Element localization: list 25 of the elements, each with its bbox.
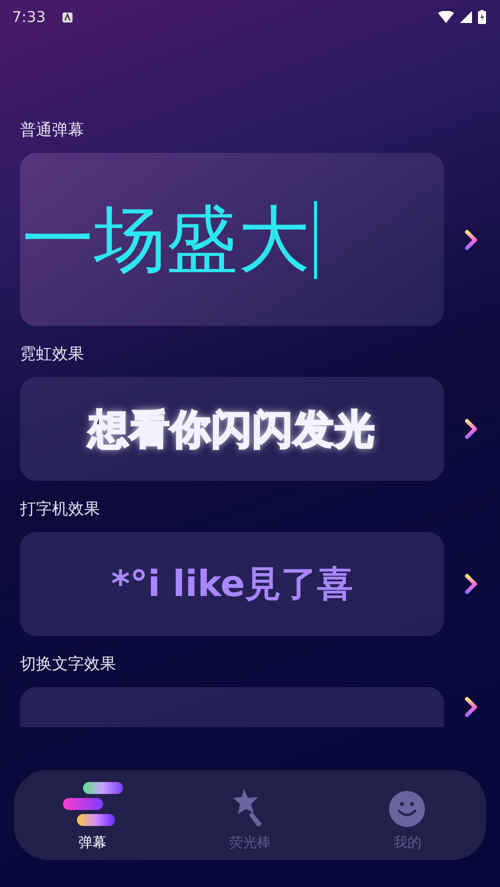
nav-tab-label: 荧光棒	[228, 834, 271, 852]
nav-tab-label: 弹幕	[78, 834, 107, 852]
preview-text: 一场盛大	[22, 196, 310, 282]
signal-icon	[460, 11, 472, 23]
chevron-right-icon[interactable]	[464, 696, 478, 718]
chevron-right-icon[interactable]	[464, 418, 478, 440]
nav-tab-label: 我的	[393, 834, 422, 852]
notification-icon	[62, 12, 73, 22]
battery-icon	[478, 10, 486, 24]
color-bars-icon	[62, 780, 123, 828]
smiley-icon	[388, 790, 426, 828]
nav-tab[interactable]: 弹幕	[42, 780, 143, 852]
effect-preview-card[interactable]: 一场盛大	[20, 153, 444, 326]
section-label: 切换文字效果	[20, 654, 117, 675]
status-time: 7:33	[12, 8, 46, 26]
section-label: 普通弹幕	[20, 120, 85, 141]
preview-text: 想看你闪闪发光	[88, 406, 376, 454]
wifi-icon	[438, 11, 454, 23]
chevron-right-icon[interactable]	[464, 228, 478, 250]
effect-preview-card[interactable]: 想看你闪闪发光	[20, 377, 444, 481]
effect-preview-card[interactable]: *°i like見了喜	[20, 532, 444, 636]
chevron-right-icon[interactable]	[464, 573, 478, 595]
section-label: 打字机效果	[20, 499, 101, 520]
preview-text: *°i like見了喜	[111, 562, 353, 606]
section-label: 霓虹效果	[20, 344, 85, 365]
